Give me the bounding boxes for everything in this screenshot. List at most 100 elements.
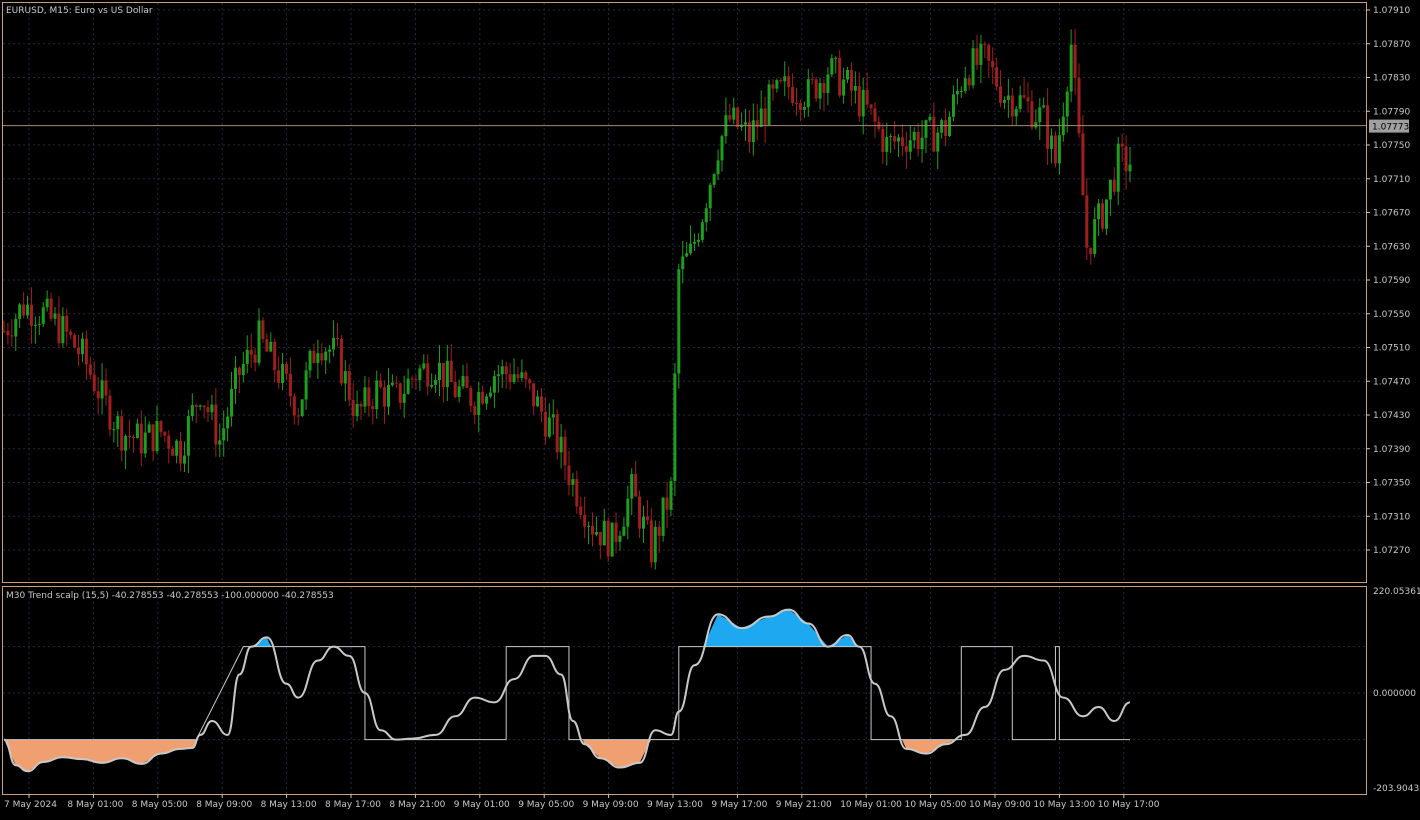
time-tick-label: 9 May 17:00: [711, 800, 767, 810]
candle-body: [704, 208, 708, 223]
candle-body: [508, 374, 512, 383]
candle-body: [241, 363, 245, 376]
candle-body: [390, 382, 394, 386]
candle-body: [536, 396, 540, 407]
candle-body: [653, 526, 657, 563]
time-tick-label: 8 May 17:00: [325, 800, 381, 810]
candle-body: [261, 320, 265, 340]
candle-body: [983, 43, 987, 45]
candle-body: [175, 440, 179, 456]
candle-body: [504, 366, 508, 375]
current-price-label: 1.07773: [1372, 123, 1409, 133]
candle-body: [893, 136, 897, 142]
candle-body: [830, 58, 834, 75]
candle-body: [516, 374, 520, 379]
candle-body: [69, 331, 73, 335]
candle-body: [555, 414, 559, 453]
candle-body: [838, 57, 842, 96]
time-tick-label: 7 May 2024: [4, 800, 57, 810]
candle-body: [571, 479, 575, 485]
candle-body: [1104, 199, 1108, 229]
price-tick-label: 1.07830: [1373, 74, 1410, 84]
price-tick-label: 1.07630: [1373, 242, 1410, 252]
symbol-title: EURUSD, M15: Euro vs US Dollar: [6, 6, 153, 16]
candle-body: [602, 520, 606, 546]
candle-body: [669, 481, 673, 510]
candle-body: [591, 525, 595, 535]
candle-body: [587, 525, 591, 527]
candle-body: [328, 349, 332, 352]
candle-body: [842, 79, 846, 96]
candle-body: [642, 516, 646, 529]
candle-body: [222, 428, 226, 441]
candle-body: [1065, 91, 1069, 117]
price-tick-label: 1.07350: [1373, 479, 1410, 489]
candle-body: [551, 414, 555, 418]
candle-body: [473, 406, 477, 415]
candle-body: [559, 436, 563, 453]
candle-body: [449, 360, 453, 382]
candle-body: [316, 353, 320, 364]
candle-body: [649, 520, 653, 563]
candle-body: [182, 455, 186, 464]
candle-body: [1120, 143, 1124, 147]
time-tick-label: 10 May 05:00: [905, 800, 967, 810]
candle-body: [787, 76, 791, 88]
candle-body: [759, 108, 763, 127]
price-tick-label: 1.07710: [1373, 175, 1410, 185]
candle-body: [135, 423, 139, 439]
candle-body: [37, 323, 41, 325]
candle-body: [873, 108, 877, 122]
candle-body: [1077, 77, 1081, 134]
candle-body: [29, 304, 33, 326]
price-tick-label: 1.07550: [1373, 310, 1410, 320]
candle-body: [186, 416, 190, 456]
candle-body: [1116, 143, 1120, 192]
candle-body: [916, 131, 920, 150]
candle-body: [257, 320, 261, 363]
candle-body: [57, 313, 61, 344]
candle-body: [1089, 247, 1093, 254]
candle-body: [296, 415, 300, 417]
candle-body: [434, 380, 438, 385]
candle-body: [614, 522, 618, 542]
candle-body: [108, 395, 112, 430]
candle-body: [861, 89, 865, 117]
candle-body: [987, 44, 991, 61]
candle-body: [751, 120, 755, 143]
candle-body: [206, 407, 210, 413]
time-tick-label: 8 May 09:00: [196, 800, 252, 810]
candle-body: [806, 79, 810, 108]
candle-body: [1018, 95, 1022, 109]
candle-body: [539, 396, 543, 412]
candle-body: [230, 388, 234, 417]
chart-canvas[interactable]: 1.07910 1.07870 1.07830 1.07790 1.07750 1.077…: [0, 0, 1420, 816]
candle-body: [363, 387, 367, 407]
candle-body: [371, 406, 375, 410]
candle-body: [610, 522, 614, 557]
candle-body: [418, 368, 422, 381]
candle-body: [194, 405, 198, 407]
candle-body: [512, 374, 516, 383]
candle-body: [728, 115, 732, 120]
candle-body: [696, 239, 700, 242]
candle-body: [1046, 105, 1050, 149]
candle-body: [940, 120, 944, 133]
candle-body: [598, 531, 602, 546]
candle-body: [159, 421, 163, 433]
price-tick-label: 1.07270: [1373, 546, 1410, 556]
candle-body: [779, 80, 783, 82]
candle-body: [500, 366, 504, 375]
trading-chart-window: 1.07910 1.07870 1.07830 1.07790 1.07750 1.077…: [0, 0, 1420, 816]
candle-body: [826, 74, 830, 93]
candle-body: [1069, 44, 1073, 92]
time-tick-label: 9 May 05:00: [518, 800, 574, 810]
candle-body: [233, 367, 237, 389]
candle-body: [300, 399, 304, 417]
candle-body: [814, 79, 818, 99]
candle-body: [343, 371, 347, 384]
candle-body: [245, 349, 249, 364]
candle-body: [120, 416, 124, 451]
candle-body: [630, 473, 634, 499]
candle-body: [422, 363, 426, 369]
